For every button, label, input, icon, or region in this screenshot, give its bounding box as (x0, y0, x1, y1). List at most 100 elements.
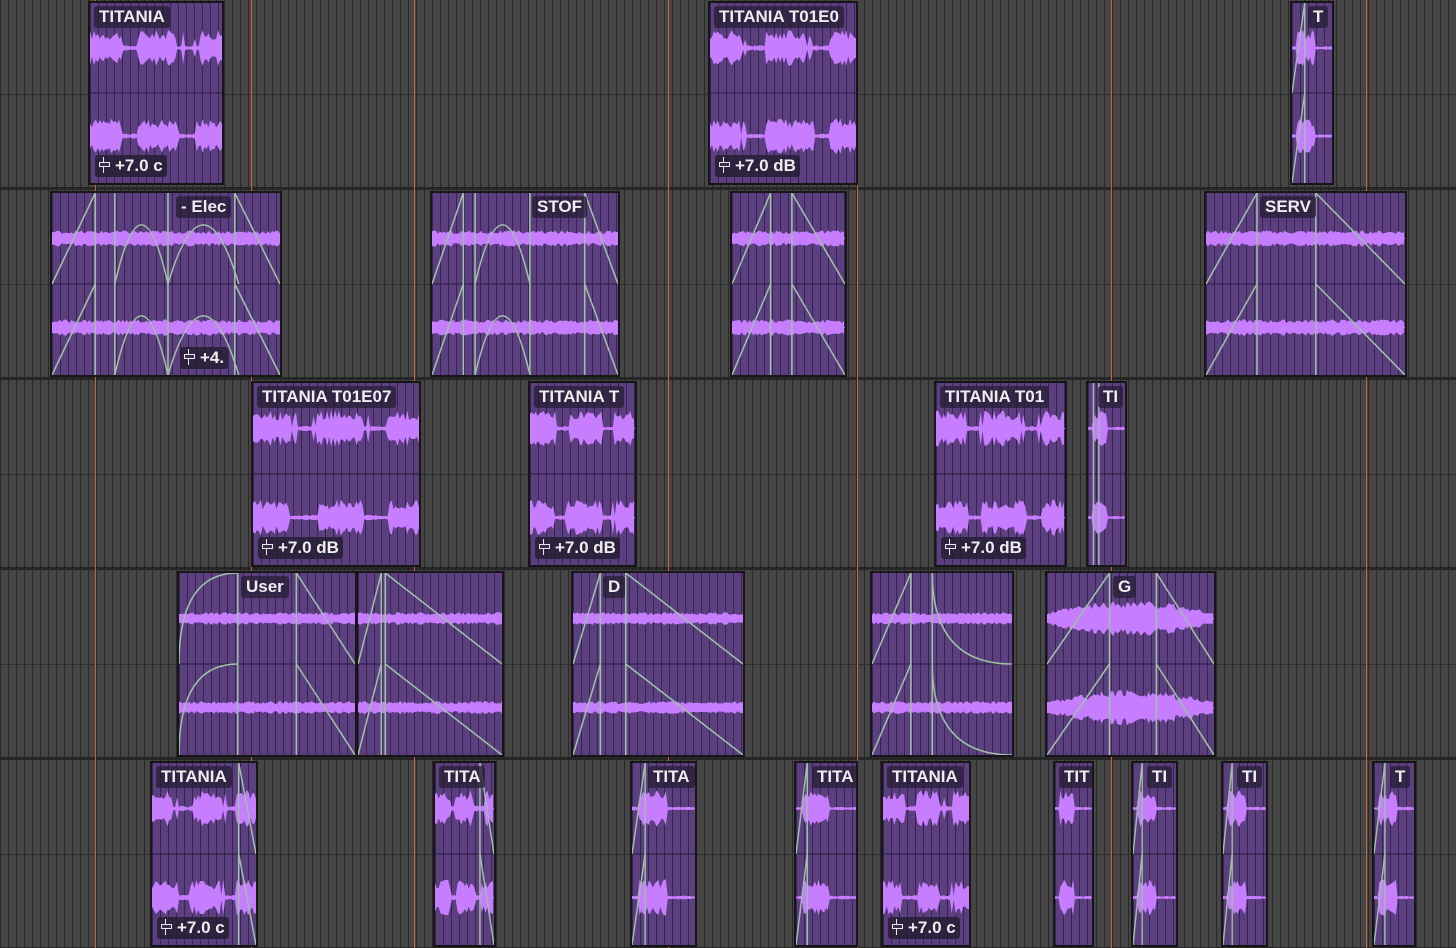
fader-icon (261, 539, 273, 555)
clip-waveform (1133, 763, 1176, 945)
audio-clip[interactable]: TITANIA T01 +7.0 dB (934, 381, 1067, 567)
fader-icon (891, 919, 903, 935)
waveform-shape (52, 319, 280, 336)
audio-clip[interactable]: G (1045, 571, 1216, 757)
marker-line[interactable] (1366, 0, 1367, 948)
waveform-shape (732, 319, 845, 336)
audio-clip[interactable]: T (1372, 761, 1416, 947)
clip-gain[interactable]: +4. (180, 347, 229, 369)
waveform-shape (530, 500, 635, 536)
audio-clip[interactable]: TIT (1053, 761, 1094, 947)
waveform-shape (710, 118, 856, 154)
lane-divider (0, 474, 1456, 475)
audio-clip[interactable] (356, 571, 504, 757)
clip-waveform (358, 573, 502, 755)
clip-waveform (632, 763, 695, 945)
clip-gain[interactable]: +7.0 c (888, 917, 960, 939)
clip-waveform (872, 573, 1012, 755)
clip-waveform (432, 193, 618, 375)
waveform-shape (152, 879, 256, 916)
clip-gain-value: +7.0 c (177, 918, 225, 937)
clip-gain[interactable]: +7.0 dB (715, 155, 800, 177)
clip-gain[interactable]: +7.0 c (95, 155, 167, 177)
waveform-shape (179, 701, 355, 714)
clip-name: - Elec (176, 196, 232, 218)
clip-name: STOF (532, 196, 588, 218)
arrange-view[interactable]: TITANIA +7.0 c TITANIA T01E0 +7.0 dB T -… (0, 0, 1456, 948)
clip-name: TITANIA (94, 6, 170, 28)
clip-gain[interactable]: +7.0 dB (535, 537, 620, 559)
clip-gain-value: +7.0 dB (961, 538, 1022, 557)
clip-name: D (603, 576, 626, 598)
fader-icon (183, 349, 195, 365)
clip-name: TI (1147, 766, 1173, 788)
waveform-shape (883, 880, 969, 915)
audio-clip[interactable]: TI (1221, 761, 1268, 947)
clip-name: TITANIA T01E0 (714, 6, 844, 28)
waveform-shape (253, 410, 419, 447)
waveform-shape (152, 790, 256, 827)
clip-gain-value: +7.0 c (115, 156, 163, 175)
waveform-shape (573, 701, 743, 714)
audio-clip[interactable]: TITANIA +7.0 c (88, 1, 224, 185)
audio-clip[interactable]: STOF (430, 191, 620, 377)
audio-clip[interactable]: SERV (1204, 191, 1407, 377)
clip-name: TI (1237, 766, 1263, 788)
clip-gain[interactable]: +7.0 c (157, 917, 229, 939)
fader-icon (98, 157, 110, 173)
clip-name: TIT (1059, 766, 1092, 788)
clip-name: T (1390, 766, 1411, 788)
clip-waveform (179, 573, 355, 755)
audio-clip[interactable]: TITA (630, 761, 697, 947)
audio-clip[interactable] (870, 571, 1014, 757)
waveform-shape (796, 791, 856, 826)
waveform-shape (796, 879, 856, 916)
audio-clip[interactable]: TITA (433, 761, 496, 947)
clip-waveform (796, 763, 856, 945)
clip-name: TITANIA T01E07 (257, 386, 397, 408)
clip-gain-value: +7.0 c (908, 918, 956, 937)
waveform-shape (358, 612, 502, 625)
fader-icon (718, 157, 730, 173)
audio-clip[interactable]: TI (1131, 761, 1178, 947)
audio-clip[interactable]: - Elec +4. (50, 191, 282, 377)
clip-waveform (573, 573, 743, 755)
audio-clip[interactable] (730, 191, 847, 377)
clip-waveform (1292, 3, 1332, 183)
audio-clip[interactable]: TITA (794, 761, 858, 947)
clip-waveform (52, 193, 280, 375)
clip-gain[interactable]: +7.0 dB (258, 537, 343, 559)
clip-gain-value: +7.0 dB (278, 538, 339, 557)
clip-waveform (1223, 763, 1266, 945)
clip-name: G (1113, 576, 1137, 598)
track-lane[interactable] (0, 380, 1456, 570)
waveform-shape (432, 230, 618, 247)
clip-gain[interactable]: +7.0 dB (941, 537, 1026, 559)
clip-name: User (241, 576, 289, 598)
clip-waveform (1206, 193, 1405, 375)
clip-gain-value: +7.0 dB (555, 538, 616, 557)
waveform-shape (1055, 879, 1092, 916)
clip-waveform (732, 193, 845, 375)
waveform-shape (432, 319, 618, 336)
audio-clip[interactable]: User (177, 571, 357, 757)
audio-clip[interactable]: TITANIA T01E07 +7.0 dB (251, 381, 421, 567)
waveform-shape (710, 30, 856, 66)
clip-name: TITA (648, 766, 695, 788)
waveform-shape (90, 118, 222, 154)
audio-clip[interactable]: TITANIA T +7.0 dB (528, 381, 637, 567)
fader-icon (538, 539, 550, 555)
waveform-shape (253, 499, 419, 536)
waveform-shape (936, 499, 1065, 536)
clip-name: TITA (439, 766, 485, 788)
clip-name: TITANIA (887, 766, 963, 788)
audio-clip[interactable]: TITANIA +7.0 c (881, 761, 971, 947)
waveform-shape (52, 230, 280, 247)
audio-clip[interactable]: TI (1086, 381, 1127, 567)
audio-clip[interactable]: TITANIA T01E0 +7.0 dB (708, 1, 858, 185)
clip-name: TI (1098, 386, 1124, 408)
waveform-shape (573, 612, 743, 625)
audio-clip[interactable]: T (1290, 1, 1334, 185)
audio-clip[interactable]: TITANIA +7.0 c (150, 761, 258, 947)
audio-clip[interactable]: D (571, 571, 745, 757)
